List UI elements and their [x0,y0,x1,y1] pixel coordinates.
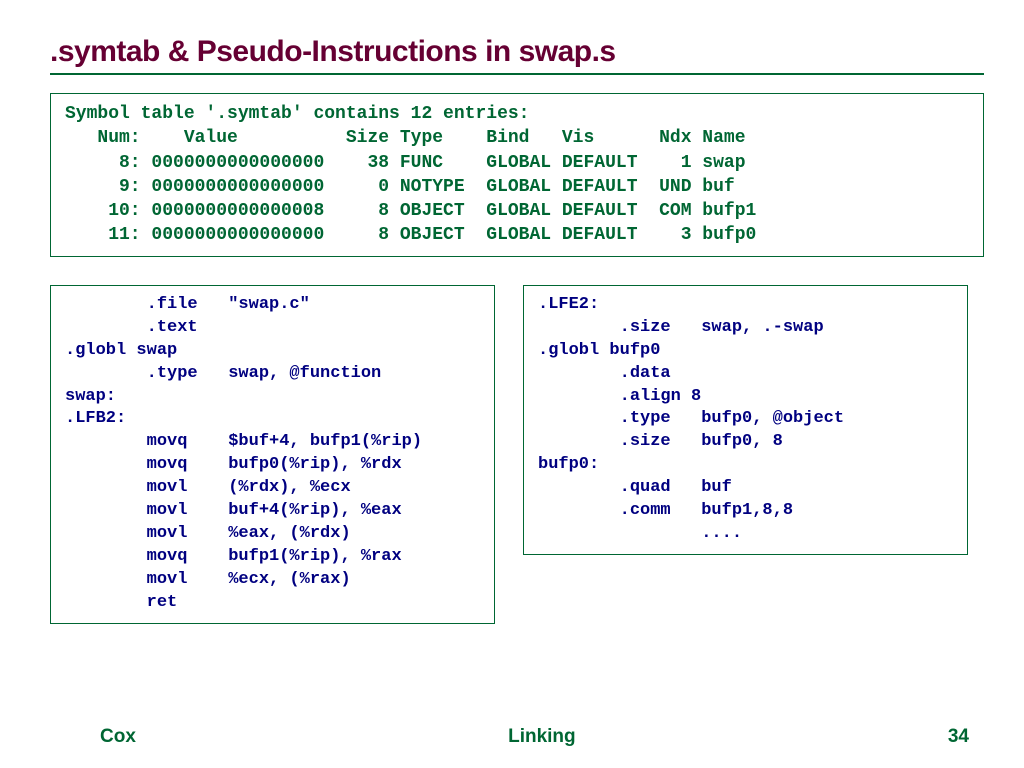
assembly-right-box: .LFE2: .size swap, .-swap .globl bufp0 .… [523,285,968,555]
footer-author: Cox [100,726,136,748]
title-divider [50,73,984,75]
slide-title: .symtab & Pseudo-Instructions in swap.s [50,35,984,69]
assembly-left-box: .file "swap.c" .text .globl swap .type s… [50,285,495,624]
slide: .symtab & Pseudo-Instructions in swap.s … [0,0,1024,768]
slide-footer: Cox Linking 34 [0,726,1024,748]
symbol-table-box: Symbol table '.symtab' contains 12 entri… [50,93,984,257]
code-row: .file "swap.c" .text .globl swap .type s… [50,285,984,624]
footer-topic: Linking [508,726,576,748]
footer-pagenum: 34 [948,726,969,748]
